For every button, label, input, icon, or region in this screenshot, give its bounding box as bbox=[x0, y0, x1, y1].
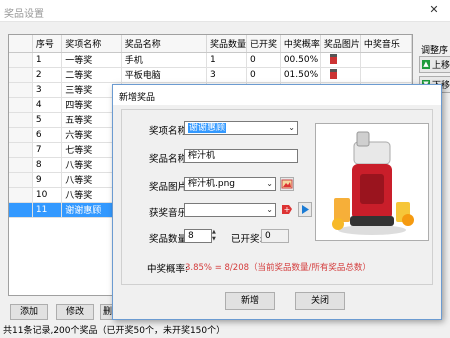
table-cell-no: 4 bbox=[32, 97, 63, 113]
juicer-image bbox=[332, 131, 414, 235]
award-name-value: 谢谢惠顾 bbox=[188, 123, 227, 133]
window-titlebar: 奖品设置 ✕ bbox=[0, 0, 450, 22]
chevron-down-icon[interactable]: ⌄ bbox=[288, 122, 295, 134]
table-cell-no: 3 bbox=[32, 82, 63, 98]
table-cell-no: 2 bbox=[32, 67, 63, 83]
table-cell-music bbox=[360, 52, 412, 68]
table-cell-qty: 1 bbox=[206, 52, 248, 68]
row-header[interactable] bbox=[9, 202, 33, 218]
edit-button[interactable]: 修改 bbox=[56, 304, 94, 320]
prize-qty-value: 8 bbox=[188, 231, 194, 241]
column-header[interactable]: 中奖概率 bbox=[280, 35, 321, 53]
table-cell-no: 8 bbox=[32, 157, 63, 173]
column-header[interactable]: 序号 bbox=[32, 35, 63, 53]
table-cell-qty: 3 bbox=[206, 67, 248, 83]
table-cell-image bbox=[320, 67, 361, 83]
close-icon[interactable]: ✕ bbox=[418, 0, 450, 20]
column-header[interactable]: 奖品名称 bbox=[121, 35, 208, 53]
opened-field: 0 bbox=[261, 229, 289, 243]
table-row[interactable]: 1 一等奖 手机 1 0 00.50% bbox=[9, 52, 412, 68]
status-bar: 共11条记录,200个奖品（已开奖50个，未开奖150个） bbox=[3, 326, 226, 336]
table-cell-award: 一等奖 bbox=[61, 52, 122, 68]
add-button[interactable]: 添加 bbox=[10, 304, 48, 320]
column-header[interactable]: 奖项名称 bbox=[61, 35, 122, 53]
opened-value: 0 bbox=[265, 231, 271, 241]
win-rate-label: 中奖概率: bbox=[147, 264, 189, 275]
row-header-corner bbox=[9, 35, 33, 53]
dialog-titlebar: 新增奖品 bbox=[113, 85, 441, 105]
qty-spin-buttons[interactable]: ▲ ▼ bbox=[212, 229, 218, 243]
move-up-label: 上移 bbox=[432, 61, 450, 71]
window-title: 奖品设置 bbox=[4, 9, 44, 20]
table-cell-no: 11 bbox=[32, 202, 63, 218]
row-header[interactable] bbox=[9, 172, 33, 188]
prize-preview-image bbox=[315, 123, 429, 241]
row-header[interactable] bbox=[9, 97, 33, 113]
prize-thumbnail-icon bbox=[329, 54, 337, 65]
row-header[interactable] bbox=[9, 52, 33, 68]
table-cell-prize: 平板电脑 bbox=[121, 67, 208, 83]
table-row[interactable]: 2 二等奖 平板电脑 3 0 01.50% bbox=[9, 67, 412, 83]
row-header[interactable] bbox=[9, 112, 33, 128]
table-header: 序号 奖项名称 奖品名称 奖品数量 已开奖 中奖概率 奖品图片 中奖音乐 bbox=[9, 35, 412, 53]
table-cell-prize: 手机 bbox=[121, 52, 208, 68]
row-header[interactable] bbox=[9, 187, 33, 203]
music-combo[interactable]: ⌄ bbox=[184, 203, 276, 217]
column-header[interactable]: 已开奖 bbox=[246, 35, 281, 53]
row-header[interactable] bbox=[9, 127, 33, 143]
table-cell-no: 9 bbox=[32, 172, 63, 188]
close-dialog-button[interactable]: 关闭 bbox=[295, 292, 345, 310]
table-cell-music bbox=[360, 67, 412, 83]
move-up-button[interactable]: ▲ 上移 bbox=[419, 56, 450, 73]
table-cell-no: 5 bbox=[32, 112, 63, 128]
image-icon[interactable] bbox=[280, 177, 294, 191]
prize-qty-stepper[interactable]: 8 bbox=[184, 229, 212, 243]
column-header[interactable]: 中奖音乐 bbox=[360, 35, 412, 53]
table-cell-opened: 0 bbox=[246, 67, 281, 83]
prize-image-combo[interactable]: 榨汁机.png ⌄ bbox=[184, 177, 276, 191]
table-cell-no: 10 bbox=[32, 187, 63, 203]
table-cell-rate: 00.50% bbox=[280, 52, 321, 68]
prize-image-value: 榨汁机.png bbox=[188, 179, 235, 189]
column-header[interactable]: 奖品图片 bbox=[320, 35, 361, 53]
row-header[interactable] bbox=[9, 82, 33, 98]
table-cell-award: 二等奖 bbox=[61, 67, 122, 83]
table-cell-no: 6 bbox=[32, 127, 63, 143]
dialog-title: 新增奖品 bbox=[119, 93, 156, 103]
prize-thumbnail-icon bbox=[329, 69, 337, 80]
chevron-down-icon[interactable]: ⌄ bbox=[266, 178, 273, 190]
arrow-up-icon: ▲ bbox=[422, 60, 430, 69]
opened-label: 已开奖: bbox=[231, 234, 263, 245]
chevron-down-icon[interactable]: ⌄ bbox=[266, 204, 273, 216]
table-cell-no: 1 bbox=[32, 52, 63, 68]
table-cell-rate: 01.50% bbox=[280, 67, 321, 83]
submit-add-button[interactable]: 新增 bbox=[225, 292, 275, 310]
row-header[interactable] bbox=[9, 142, 33, 158]
svg-text:+: + bbox=[284, 205, 291, 214]
win-rate-value: 3.85% = 8/208（当前奖品数量/所有奖品总数） bbox=[185, 263, 371, 273]
award-name-combo[interactable]: 谢谢惠顾 ⌄ bbox=[184, 121, 298, 135]
table-cell-image bbox=[320, 52, 361, 68]
row-header[interactable] bbox=[9, 67, 33, 83]
row-header[interactable] bbox=[9, 157, 33, 173]
prize-name-input[interactable]: 榨汁机 bbox=[184, 149, 298, 163]
table-cell-no: 7 bbox=[32, 142, 63, 158]
table-cell-opened: 0 bbox=[246, 52, 281, 68]
add-music-icon[interactable]: + bbox=[280, 202, 294, 217]
column-header[interactable]: 奖品数量 bbox=[206, 35, 248, 53]
play-icon[interactable] bbox=[298, 202, 312, 217]
add-prize-dialog: 新增奖品 奖项名称: 谢谢惠顾 ⌄ 奖品名称: 榨汁机 奖品图片: 榨汁机.pn… bbox=[112, 84, 442, 320]
